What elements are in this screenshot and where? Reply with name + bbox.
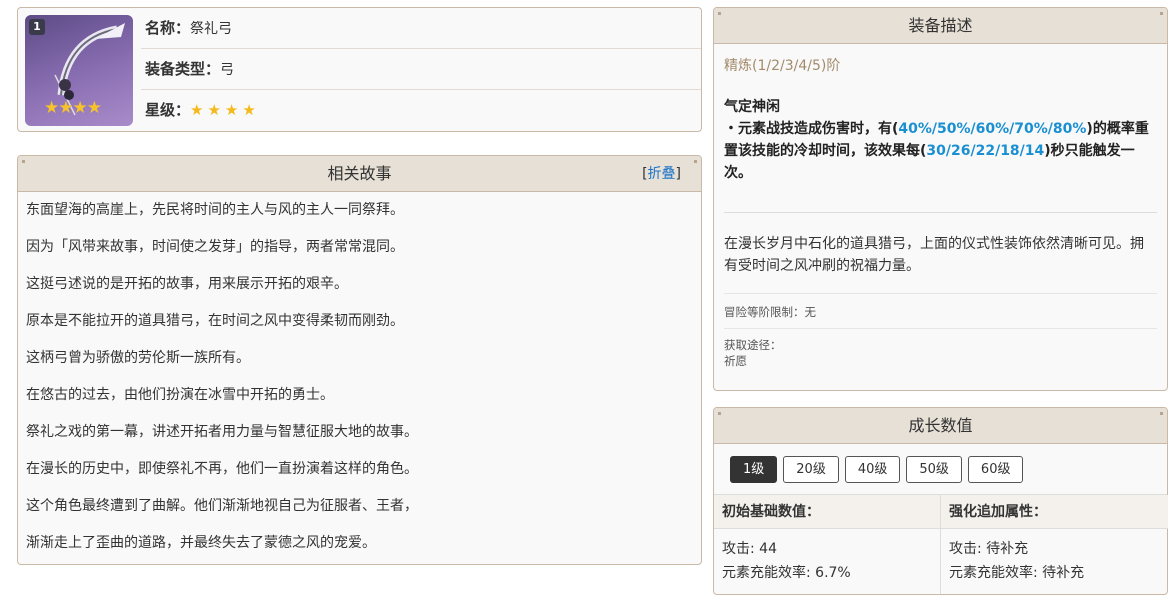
type-label: 装备类型： — [145, 60, 221, 78]
description-header: 装备描述 — [714, 8, 1167, 44]
level-button-40[interactable]: 40级 — [844, 456, 901, 483]
stat-grid: 初始基础数值： 攻击: 44 元素充能效率: 6.7% 强化追加属性： 攻击: … — [714, 494, 1168, 594]
flavor-text: 在漫长岁月中石化的道具猎弓，上面的仪式性装饰依然清晰可见。拥有受时间之风冲刷的祝… — [724, 236, 1144, 274]
story-line: 东面望海的高崖上，先民将时间的主人与风的主人一同祭拜。 — [26, 202, 404, 218]
story-line: 这柄弓曾为骄傲的劳伦斯一族所有。 — [26, 350, 250, 366]
story-header: 相关故事 [折叠] — [18, 156, 701, 192]
source-label: 获取途径： — [724, 338, 782, 352]
story-panel: 相关故事 [折叠] 东面望海的高崖上，先民将时间的主人与风的主人一同祭拜。 因为… — [17, 155, 702, 565]
skill-effect: ・元素战技造成伤害时，有(40%/50%/60%/70%/80%)的概率重置该技… — [724, 118, 1157, 184]
level-button-20[interactable]: 20级 — [783, 456, 839, 483]
bonus-energy-recharge: 元素充能效率: 待补充 — [949, 565, 1085, 581]
story-body: 东面望海的高崖上，先民将时间的主人与风的主人一同祭拜。 因为「风带来故事，时间使… — [18, 192, 701, 578]
rarity-label: 星级： — [145, 101, 191, 119]
info-rows: 名称：祭礼弓 装备类型：弓 星级：★★★★ — [141, 8, 701, 131]
weapon-icon: 1 ★★★★ — [25, 15, 133, 126]
level-button-60[interactable]: 60级 — [967, 456, 1024, 483]
bonus-stats-rows: 攻击: 待补充 元素充能效率: 待补充 — [941, 529, 1168, 585]
level-button-50[interactable]: 50级 — [906, 456, 962, 483]
name-label: 名称： — [145, 19, 191, 37]
type-row: 装备类型：弓 — [141, 49, 701, 90]
story-line: 在悠古的过去，由他们扮演在冰雪中开拓的勇士。 — [26, 387, 334, 403]
growth-title: 成长数值 — [908, 416, 973, 435]
icon-stars: ★★★★ — [44, 98, 102, 118]
fold-toggle[interactable]: [折叠] — [642, 156, 681, 192]
base-energy-recharge: 元素充能效率: 6.7% — [722, 565, 851, 581]
star-icons: ★★★★ — [190, 101, 260, 119]
type-value: 弓 — [220, 62, 235, 78]
bonus-stats-column: 强化追加属性： 攻击: 待补充 元素充能效率: 待补充 — [941, 495, 1168, 594]
name-value: 祭礼弓 — [190, 21, 233, 37]
skill-chance-values: 40%/50%/60%/70%/80% — [898, 121, 1087, 137]
skill-name: 气定神闲 — [724, 99, 780, 115]
story-line: 因为「风带来故事，时间使之发芽」的指导，两者常常混同。 — [26, 239, 404, 255]
base-stats-rows: 攻击: 44 元素充能效率: 6.7% — [714, 529, 940, 585]
story-line: 原本是不能拉开的道具猎弓，在时间之风中变得柔韧而刚劲。 — [26, 313, 404, 329]
story-line: 渐渐走上了歪曲的道路，并最终失去了蒙德之风的宠爱。 — [26, 535, 376, 551]
description-panel: 装备描述 精炼(1/2/3/4/5)阶 气定神闲 ・元素战技造成伤害时，有(40… — [713, 7, 1168, 391]
base-stats-header: 初始基础数值： — [714, 495, 940, 529]
bonus-atk: 攻击: 待补充 — [949, 541, 1029, 557]
description-title: 装备描述 — [908, 16, 973, 35]
level-button-1[interactable]: 1级 — [730, 456, 778, 483]
bonus-stats-header: 强化追加属性： — [941, 495, 1168, 529]
skill-text: ・元素战技造成伤害时，有( — [724, 121, 899, 137]
base-stats-column: 初始基础数值： 攻击: 44 元素充能效率: 6.7% — [714, 495, 941, 594]
skill-block: 气定神闲 ・元素战技造成伤害时，有(40%/50%/60%/70%/80%)的概… — [714, 76, 1167, 184]
rank-limit: 冒险等阶限制：无 — [724, 305, 816, 319]
growth-header: 成长数值 — [714, 408, 1167, 444]
weapon-info-panel: 1 ★★★★ 名称：祭礼弓 装备类型：弓 星级：★★★★ — [17, 7, 702, 132]
level-selector: 1级 20级 40级 50级 60级 — [714, 444, 1167, 492]
story-line: 在漫长的历史中，即使祭礼不再，他们一直扮演着这样的角色。 — [26, 461, 418, 477]
story-line: 这挺弓述说的是开拓的故事，用来展示开拓的艰辛。 — [26, 276, 348, 292]
level-badge: 1 — [29, 19, 45, 35]
story-title: 相关故事 — [327, 164, 392, 183]
story-line: 祭礼之戏的第一幕，讲述开拓者用力量与智慧征服大地的故事。 — [26, 424, 418, 440]
growth-panel: 成长数值 1级 20级 40级 50级 60级 初始基础数值： 攻击: 44 元素充能效… — [713, 407, 1168, 595]
rarity-row: 星级：★★★★ — [141, 90, 701, 131]
skill-cooldown-values: 30/26/22/18/14 — [926, 143, 1045, 159]
source-value: 祈愿 — [724, 354, 747, 368]
fold-link[interactable]: 折叠 — [648, 166, 676, 182]
name-row: 名称：祭礼弓 — [141, 8, 701, 49]
story-line: 这个角色最终遭到了曲解。他们渐渐地视自己为征服者、王者， — [26, 498, 418, 514]
fold-bracket-close: ] — [675, 166, 681, 182]
base-atk: 攻击: 44 — [722, 541, 777, 557]
refine-label: 精炼(1/2/3/4/5)阶 — [724, 58, 841, 74]
